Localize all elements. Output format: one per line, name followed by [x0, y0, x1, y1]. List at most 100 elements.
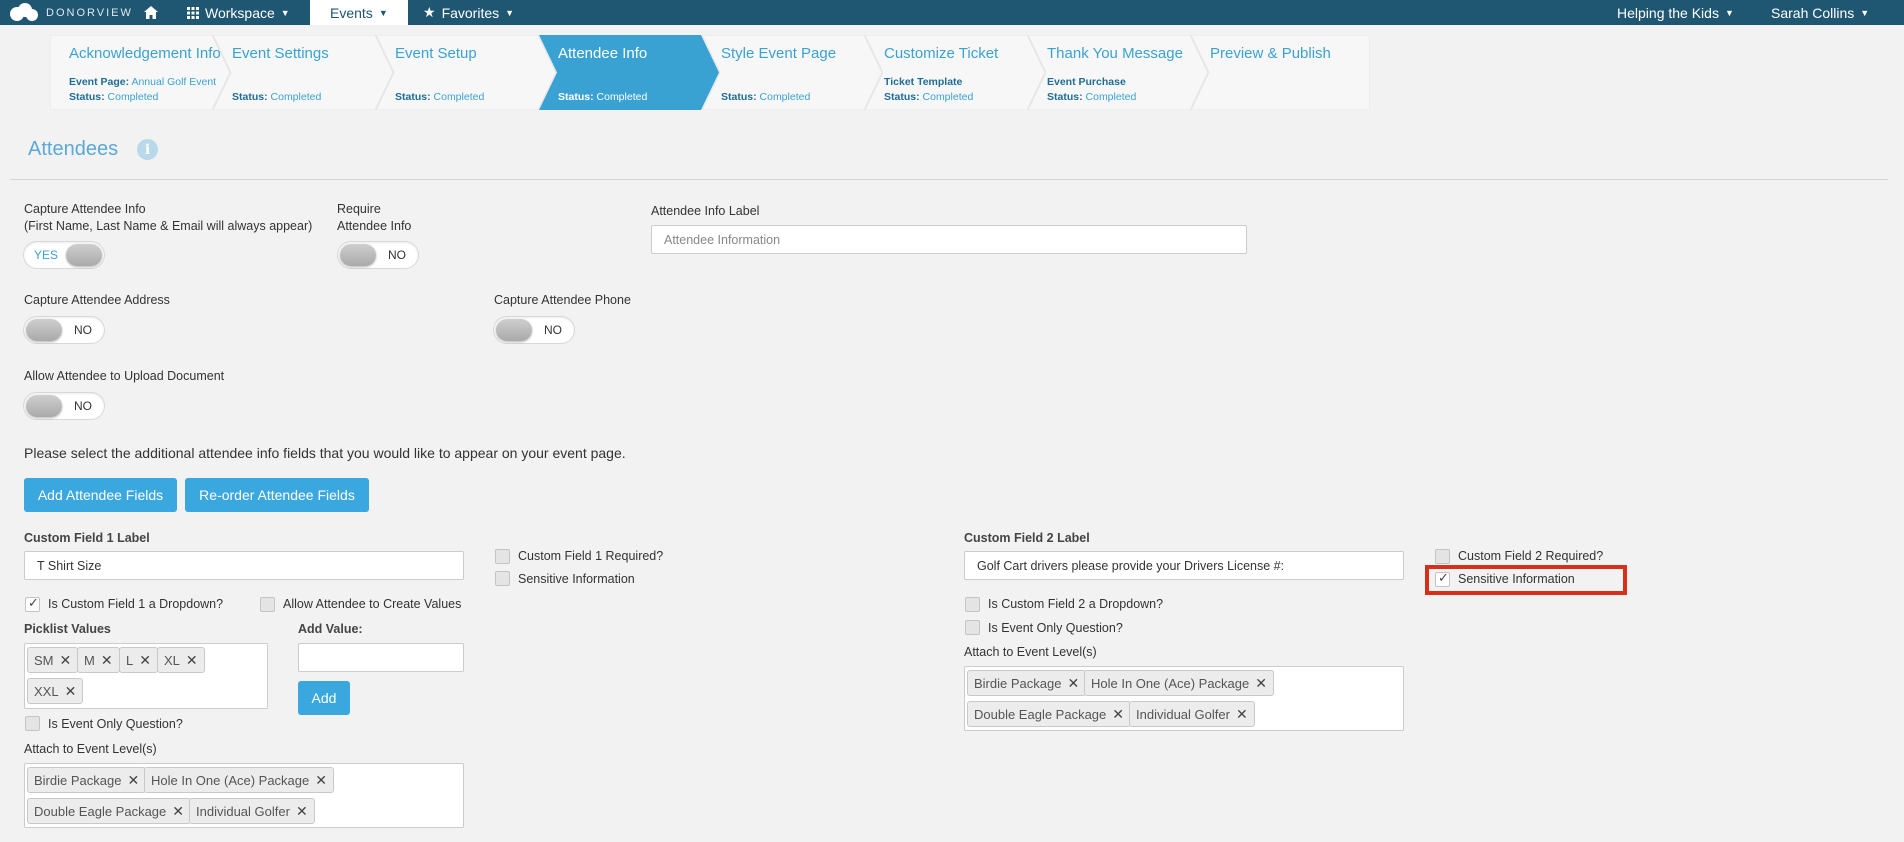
toggle-label: NO	[74, 399, 92, 413]
custom-field-1-attach-label: Attach to Event Level(s)	[24, 742, 157, 756]
chevron-down-icon: ▼	[378, 7, 388, 18]
favorites-menu[interactable]: ★ Favorites ▼	[423, 0, 514, 25]
step-title: Event Setup	[395, 45, 477, 62]
picklist-tag[interactable]: XL ✕	[157, 647, 205, 673]
step-title: Thank You Message	[1047, 45, 1183, 62]
brand-logo[interactable]: DONORVIEW	[8, 0, 133, 25]
require-info-label-2: Attendee Info	[337, 219, 412, 233]
step-thank-you-message[interactable]: Thank You Message Event Purchase Status:…	[1028, 35, 1208, 110]
toggle-label: NO	[74, 323, 92, 337]
level-tag[interactable]: Individual Golfer ✕	[189, 798, 315, 824]
picklist-tag[interactable]: SM ✕	[27, 647, 79, 673]
home-icon	[144, 6, 158, 19]
step-customize-ticket[interactable]: Customize Ticket Ticket Template Status:…	[865, 35, 1045, 110]
remove-icon[interactable]: ✕	[101, 652, 113, 669]
remove-icon[interactable]: ✕	[1067, 675, 1079, 692]
upload-doc-toggle[interactable]: NO	[23, 392, 105, 420]
remove-icon[interactable]: ✕	[127, 772, 139, 789]
remove-icon[interactable]: ✕	[172, 803, 184, 820]
custom-field-2-levels-box[interactable]: Birdie Package ✕ Hole In One (Ace) Packag…	[964, 666, 1404, 731]
upload-doc-label: Allow Attendee to Upload Document	[24, 369, 225, 383]
star-icon: ★	[423, 4, 436, 20]
attendee-info-label-title: Attendee Info Label	[651, 204, 760, 218]
custom-field-1-dropdown-label: Is Custom Field 1 a Dropdown?	[48, 597, 224, 611]
toggle-label: YES	[34, 248, 59, 262]
picklist-tag[interactable]: L ✕	[119, 647, 158, 673]
section-title: Attendees	[28, 138, 119, 160]
allow-create-values-checkbox[interactable]	[260, 597, 275, 612]
step-title: Attendee Info	[558, 45, 648, 62]
step-event-purchase: Event Purchase	[1047, 76, 1126, 88]
picklist-values-box[interactable]: SM ✕ M ✕ L ✕ XL ✕ XXL ✕	[24, 643, 268, 709]
info-icon[interactable]: i	[137, 139, 158, 160]
step-status: Status: Completed	[69, 91, 159, 103]
chevron-down-icon: ▼	[1860, 7, 1870, 18]
custom-field-2-required-checkbox[interactable]	[1435, 549, 1450, 564]
reorder-attendee-fields-button[interactable]: Re-order Attendee Fields	[185, 478, 369, 512]
remove-icon[interactable]: ✕	[186, 652, 198, 669]
level-tag[interactable]: Double Eagle Package ✕	[27, 798, 191, 824]
step-event-settings[interactable]: Event Settings Status: Completed	[213, 35, 393, 110]
custom-field-1-sensitive-checkbox[interactable]	[495, 571, 510, 586]
user-menu[interactable]: Sarah Collins ▼	[1771, 0, 1869, 25]
custom-field-1-required-label: Custom Field 1 Required?	[518, 549, 664, 563]
level-tag[interactable]: Double Eagle Package ✕	[967, 701, 1131, 727]
level-tag[interactable]: Hole In One (Ace) Package ✕	[144, 767, 334, 793]
capture-phone-toggle[interactable]: NO	[493, 316, 575, 344]
picklist-tag[interactable]: XXL ✕	[27, 678, 84, 704]
step-attendee-info[interactable]: Attendee Info Status: Completed	[539, 35, 719, 110]
remove-icon[interactable]: ✕	[65, 683, 77, 700]
remove-icon[interactable]: ✕	[139, 652, 151, 669]
step-preview-publish[interactable]: Preview & Publish	[1191, 35, 1370, 110]
require-info-toggle[interactable]: NO	[337, 241, 419, 269]
custom-field-1-levels-box[interactable]: Birdie Package ✕ Hole In One (Ace) Packag…	[24, 763, 464, 828]
picklist-values-label: Picklist Values	[24, 622, 111, 636]
custom-field-1-dropdown-checkbox[interactable]	[25, 595, 40, 612]
custom-field-2-input[interactable]: Golf Cart drivers please provide your Dr…	[964, 551, 1404, 580]
add-attendee-fields-button[interactable]: Add Attendee Fields	[24, 478, 177, 512]
picklist-tag[interactable]: M ✕	[77, 647, 120, 673]
step-style-event-page[interactable]: Style Event Page Status: Completed	[702, 35, 882, 110]
require-info-label: Require	[337, 202, 381, 216]
level-tag[interactable]: Birdie Package ✕	[27, 767, 147, 793]
remove-icon[interactable]: ✕	[1255, 675, 1267, 692]
step-status: Status: Completed	[232, 91, 322, 103]
capture-address-label: Capture Attendee Address	[24, 293, 170, 307]
capture-info-note: (First Name, Last Name & Email will alwa…	[24, 219, 313, 233]
level-tag[interactable]: Birdie Package ✕	[967, 670, 1087, 696]
custom-field-1-label-title: Custom Field 1 Label	[24, 531, 150, 545]
level-tag[interactable]: Hole In One (Ace) Package ✕	[1084, 670, 1274, 696]
home-button[interactable]	[144, 0, 158, 25]
capture-info-toggle[interactable]: YES	[23, 241, 105, 269]
grid-icon	[187, 6, 199, 19]
add-value-button[interactable]: Add	[298, 681, 350, 715]
custom-field-2-event-only-checkbox[interactable]	[965, 620, 980, 635]
toggle-knob	[26, 319, 62, 341]
attendee-info-label-input[interactable]: Attendee Information	[651, 225, 1247, 254]
top-nav: DONORVIEW Workspace ▼ Events ▼ ★ Favorit…	[0, 0, 1904, 25]
remove-icon[interactable]: ✕	[60, 652, 72, 669]
step-acknowledgement-info[interactable]: Acknowledgement Info Event Page: Annual …	[50, 35, 230, 110]
custom-field-1-input[interactable]: T Shirt Size	[24, 551, 464, 580]
instructions-text: Please select the additional attendee in…	[24, 445, 626, 461]
section-divider	[10, 179, 1888, 180]
step-event-setup[interactable]: Event Setup Status: Completed	[376, 35, 556, 110]
events-menu[interactable]: Events ▼	[310, 0, 408, 25]
remove-icon[interactable]: ✕	[296, 803, 308, 820]
organization-label: Helping the Kids	[1617, 4, 1719, 21]
remove-icon[interactable]: ✕	[1236, 706, 1248, 723]
remove-icon[interactable]: ✕	[315, 772, 327, 789]
chevron-down-icon: ▼	[1724, 7, 1734, 18]
custom-field-2-dropdown-checkbox[interactable]	[965, 597, 980, 612]
add-value-input[interactable]	[298, 643, 464, 672]
step-title: Style Event Page	[721, 45, 837, 62]
workspace-menu[interactable]: Workspace ▼	[187, 0, 290, 25]
organization-menu[interactable]: Helping the Kids ▼	[1617, 0, 1734, 25]
capture-address-toggle[interactable]: NO	[23, 316, 105, 344]
custom-field-1-required-checkbox[interactable]	[495, 549, 510, 564]
custom-field-1-event-only-checkbox[interactable]	[25, 716, 40, 731]
level-tag[interactable]: Individual Golfer ✕	[1129, 701, 1255, 727]
user-label: Sarah Collins	[1771, 4, 1855, 21]
sensitive-information-highlight	[1425, 565, 1627, 595]
remove-icon[interactable]: ✕	[1112, 706, 1124, 723]
